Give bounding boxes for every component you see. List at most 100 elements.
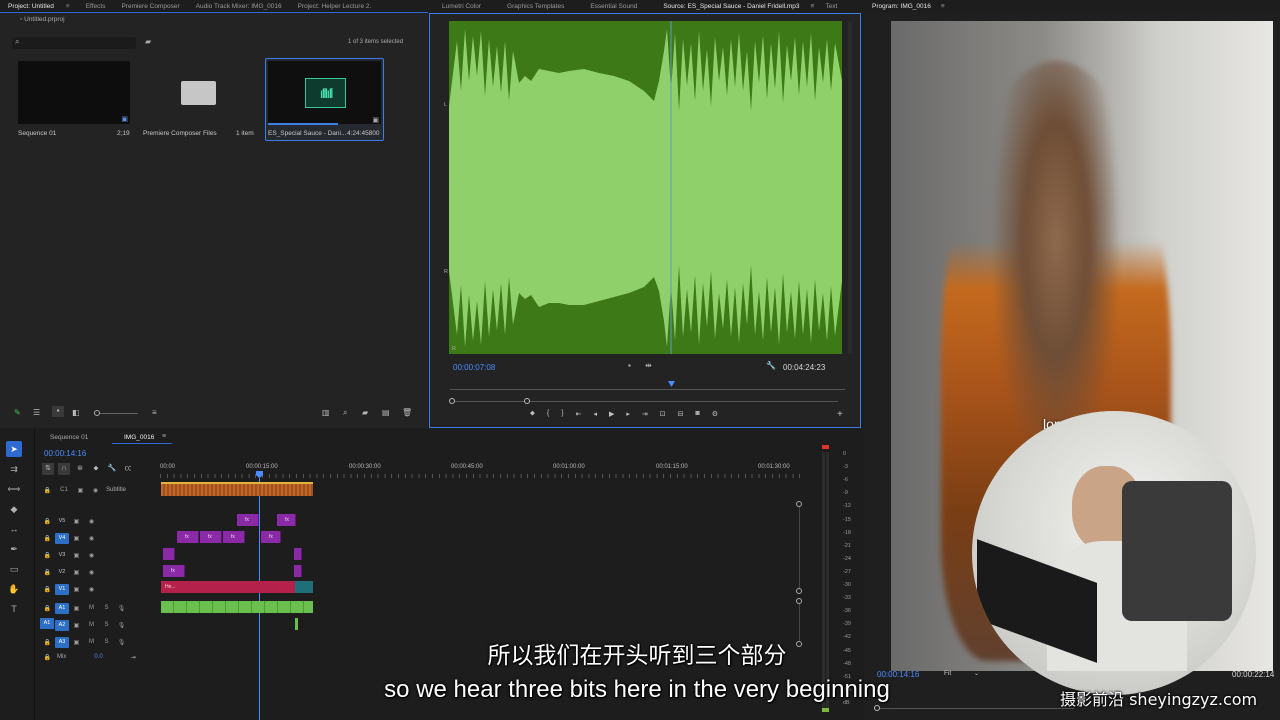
- go-to-in-icon[interactable]: ⇤: [576, 410, 582, 422]
- tab-source[interactable]: Source: ES_Special Sauce - Daniel Fridel…: [655, 3, 807, 10]
- video-clip[interactable]: fx: [261, 531, 281, 543]
- mark-in-icon[interactable]: {: [547, 410, 549, 422]
- source-patch-a1[interactable]: A1: [40, 618, 54, 629]
- overwrite-icon[interactable]: ⊟: [678, 410, 684, 422]
- video-clip[interactable]: fx: [163, 565, 185, 577]
- zoom-slider[interactable]: [94, 410, 138, 416]
- microphone-icon[interactable]: 🎙: [114, 605, 129, 612]
- toggle-output-icon[interactable]: ▣: [69, 569, 84, 576]
- subtitle-clips[interactable]: [161, 482, 313, 496]
- linked-selection-icon[interactable]: ⊛: [74, 463, 86, 475]
- video-clip[interactable]: fx: [237, 514, 259, 526]
- step-forward-icon[interactable]: ▸: [626, 410, 630, 422]
- time-ruler[interactable]: [450, 381, 845, 390]
- video-clip[interactable]: fx: [223, 531, 245, 543]
- tab-menu-icon[interactable]: ≡: [939, 3, 947, 10]
- audio-item-card[interactable]: ıIlIıIl ▣ ES_Special Sauce - Dani... 4:2…: [265, 58, 384, 141]
- eye-icon[interactable]: ◉: [84, 569, 99, 576]
- new-bin-icon[interactable]: ▰: [362, 408, 368, 417]
- wrench-icon[interactable]: 🔧: [766, 361, 776, 370]
- add-marker-icon[interactable]: ⬥: [530, 410, 535, 422]
- lock-icon[interactable]: 🔒: [40, 552, 55, 559]
- video-clip[interactable]: [294, 565, 302, 577]
- find-icon[interactable]: ⌕: [343, 408, 347, 418]
- eye-icon[interactable]: ◉: [84, 518, 99, 525]
- play-icon[interactable]: ▶: [609, 410, 614, 422]
- tab-menu-icon[interactable]: ≡: [808, 3, 818, 10]
- tab-menu-icon[interactable]: ≡: [58, 3, 78, 10]
- rectangle-tool-icon[interactable]: ▭: [6, 561, 22, 577]
- sort-icon[interactable]: ≡: [152, 408, 157, 417]
- tab-audio-track-mixer[interactable]: Audio Track Mixer: IMG_0016: [188, 3, 290, 10]
- video-clip[interactable]: [163, 548, 175, 560]
- new-bin-icon[interactable]: ▰: [145, 37, 151, 46]
- captions-icon[interactable]: ㏄: [122, 463, 134, 475]
- track-label[interactable]: V4: [55, 532, 69, 544]
- pencil-icon[interactable]: ✎: [14, 408, 21, 417]
- audio-clip[interactable]: [295, 618, 298, 630]
- icon-view-icon[interactable]: ▪: [52, 406, 64, 417]
- toggle-output-icon[interactable]: ▣: [69, 518, 84, 525]
- source-playhead-marker[interactable]: [668, 381, 675, 387]
- lock-icon[interactable]: 🔒: [40, 518, 55, 525]
- settings-icon[interactable]: ⚙: [712, 410, 718, 422]
- hand-tool-icon[interactable]: ✋: [6, 581, 22, 597]
- lock-icon[interactable]: 🔒: [40, 586, 55, 593]
- microphone-icon[interactable]: 🎙: [114, 622, 129, 629]
- scrollbar-handle[interactable]: [874, 705, 880, 711]
- automate-icon[interactable]: ▥: [322, 408, 330, 417]
- vertical-zoom-bar[interactable]: [848, 21, 852, 354]
- add-button-icon[interactable]: +: [837, 409, 843, 420]
- tab-program[interactable]: Program: IMG_0016: [864, 3, 939, 10]
- tab-project-untitled[interactable]: Project: Untitled: [0, 3, 62, 10]
- eye-icon[interactable]: ◉: [88, 487, 103, 494]
- track-label[interactable]: V5: [55, 516, 69, 527]
- toggle-output-icon[interactable]: ▣: [69, 605, 84, 612]
- tab-sequence-01[interactable]: Sequence 01: [50, 434, 88, 441]
- tab-premiere-composer[interactable]: Premiere Composer: [113, 3, 187, 10]
- lock-icon[interactable]: 🔒: [40, 535, 55, 542]
- search-input[interactable]: ⌕: [12, 37, 136, 49]
- drag-video-icon[interactable]: ▪: [628, 361, 631, 370]
- tab-graphics-templates[interactable]: Graphics Templates: [499, 3, 572, 10]
- tab-project-helper[interactable]: Project: Helper Lecture 2.: [290, 3, 380, 10]
- tab-effects[interactable]: Effects: [78, 3, 114, 10]
- zoom-slider-handle[interactable]: [94, 410, 100, 416]
- go-to-out-icon[interactable]: ⇥: [642, 410, 648, 422]
- add-marker-icon[interactable]: ⬥: [90, 463, 102, 475]
- drag-audio-icon[interactable]: ⇹: [645, 361, 652, 370]
- nest-icon[interactable]: ⇅: [42, 463, 54, 475]
- new-item-icon[interactable]: ▤: [382, 408, 390, 417]
- export-frame-icon[interactable]: ◙: [696, 410, 700, 422]
- scrollbar-right-handle[interactable]: [524, 398, 530, 404]
- track-select-tool-icon[interactable]: ⇉: [6, 461, 22, 477]
- video-clip[interactable]: fx: [277, 514, 296, 526]
- waveform-display[interactable]: [449, 21, 842, 354]
- solo-button[interactable]: S: [99, 605, 114, 611]
- insert-icon[interactable]: ⊡: [660, 410, 666, 422]
- mark-out-icon[interactable]: }: [561, 410, 563, 422]
- video-clip[interactable]: [294, 548, 302, 560]
- toggle-output-icon[interactable]: ▣: [69, 622, 84, 629]
- toggle-output-icon[interactable]: ▣: [73, 487, 88, 494]
- trash-icon[interactable]: 🗑: [402, 408, 412, 417]
- slip-tool-icon[interactable]: ↔: [6, 521, 22, 537]
- type-tool-icon[interactable]: T: [6, 601, 22, 617]
- razor-tool-icon[interactable]: ◆: [6, 501, 22, 517]
- solo-button[interactable]: S: [99, 622, 114, 628]
- sequence-thumbnail[interactable]: ▣: [18, 61, 130, 124]
- track-label[interactable]: V3: [55, 550, 69, 561]
- tab-text[interactable]: Text: [817, 3, 845, 10]
- tab-essential-sound[interactable]: Essential Sound: [582, 3, 645, 10]
- track-label[interactable]: V1: [55, 583, 69, 595]
- video-clip-adjustment[interactable]: [295, 581, 313, 593]
- zoom-scrollbar[interactable]: [449, 398, 838, 404]
- toggle-output-icon[interactable]: ▣: [69, 586, 84, 593]
- track-label[interactable]: A2: [55, 619, 69, 631]
- program-scrollbar[interactable]: [874, 705, 1074, 711]
- video-clip[interactable]: fx: [177, 531, 199, 543]
- eye-icon[interactable]: ◉: [84, 552, 99, 559]
- snap-icon[interactable]: ∩: [58, 463, 70, 475]
- freeform-view-icon[interactable]: ◧: [72, 408, 80, 417]
- bin-thumbnail[interactable]: [142, 61, 254, 124]
